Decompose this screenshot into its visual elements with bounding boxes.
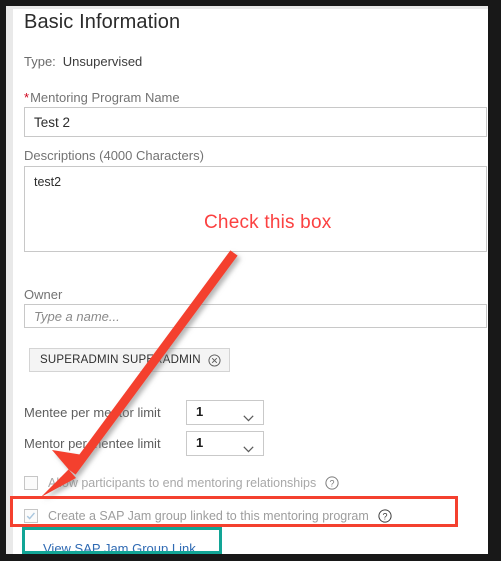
highlight-create-sap-jam-group-row — [10, 496, 458, 527]
owner-label: Owner — [24, 287, 63, 302]
description-label: Descriptions (4000 Characters) — [24, 148, 204, 163]
mentor-per-mentee-limit-label: Mentor per mentee limit — [24, 436, 161, 451]
program-type-label: Type: — [24, 54, 56, 69]
circle-x-icon[interactable] — [208, 353, 221, 367]
mentee-per-mentor-limit-value: 1 — [196, 404, 204, 419]
description-textarea[interactable] — [24, 166, 487, 252]
highlight-view-sap-jam-group-link — [22, 527, 222, 554]
program-name-input[interactable] — [24, 107, 487, 137]
mentor-per-mentee-limit-value: 1 — [196, 435, 204, 450]
allow-participants-label: Allow participants to end mentoring rela… — [48, 476, 317, 490]
frame-edge-top — [0, 0, 501, 6]
question-circle-icon[interactable]: ? — [325, 476, 339, 490]
program-name-label-text: Mentoring Program Name — [30, 90, 180, 105]
mentee-per-mentor-limit-select[interactable]: 1 — [186, 400, 264, 425]
chevron-down-icon — [243, 409, 254, 422]
screenshot-root: Basic Information Type: Unsupervised *Men… — [0, 0, 501, 561]
program-type-row: Type: Unsupervised — [24, 54, 142, 69]
chevron-down-icon — [243, 440, 254, 453]
owner-token-label: SUPERADMIN SUPERADMIN — [40, 354, 201, 366]
owner-token[interactable]: SUPERADMIN SUPERADMIN — [29, 348, 230, 372]
basic-information-panel: Basic Information Type: Unsupervised *Men… — [13, 9, 488, 556]
mentor-per-mentee-limit-select[interactable]: 1 — [186, 431, 264, 456]
frame-edge-bottom — [0, 554, 501, 561]
owner-input[interactable] — [24, 304, 487, 328]
annotation-callout-text: Check this box — [204, 212, 332, 233]
required-asterisk: * — [24, 90, 30, 105]
frame-edge-left — [0, 0, 6, 561]
program-name-label: *Mentoring Program Name — [24, 90, 180, 105]
allow-participants-checkbox-row[interactable]: Allow participants to end mentoring rela… — [24, 476, 339, 490]
page-title: Basic Information — [24, 11, 181, 33]
program-type-value: Unsupervised — [62, 54, 143, 69]
allow-participants-checkbox[interactable] — [24, 476, 38, 490]
frame-edge-right — [488, 0, 501, 561]
mentee-per-mentor-limit-label: Mentee per mentor limit — [24, 405, 161, 420]
svg-text:?: ? — [330, 478, 335, 488]
